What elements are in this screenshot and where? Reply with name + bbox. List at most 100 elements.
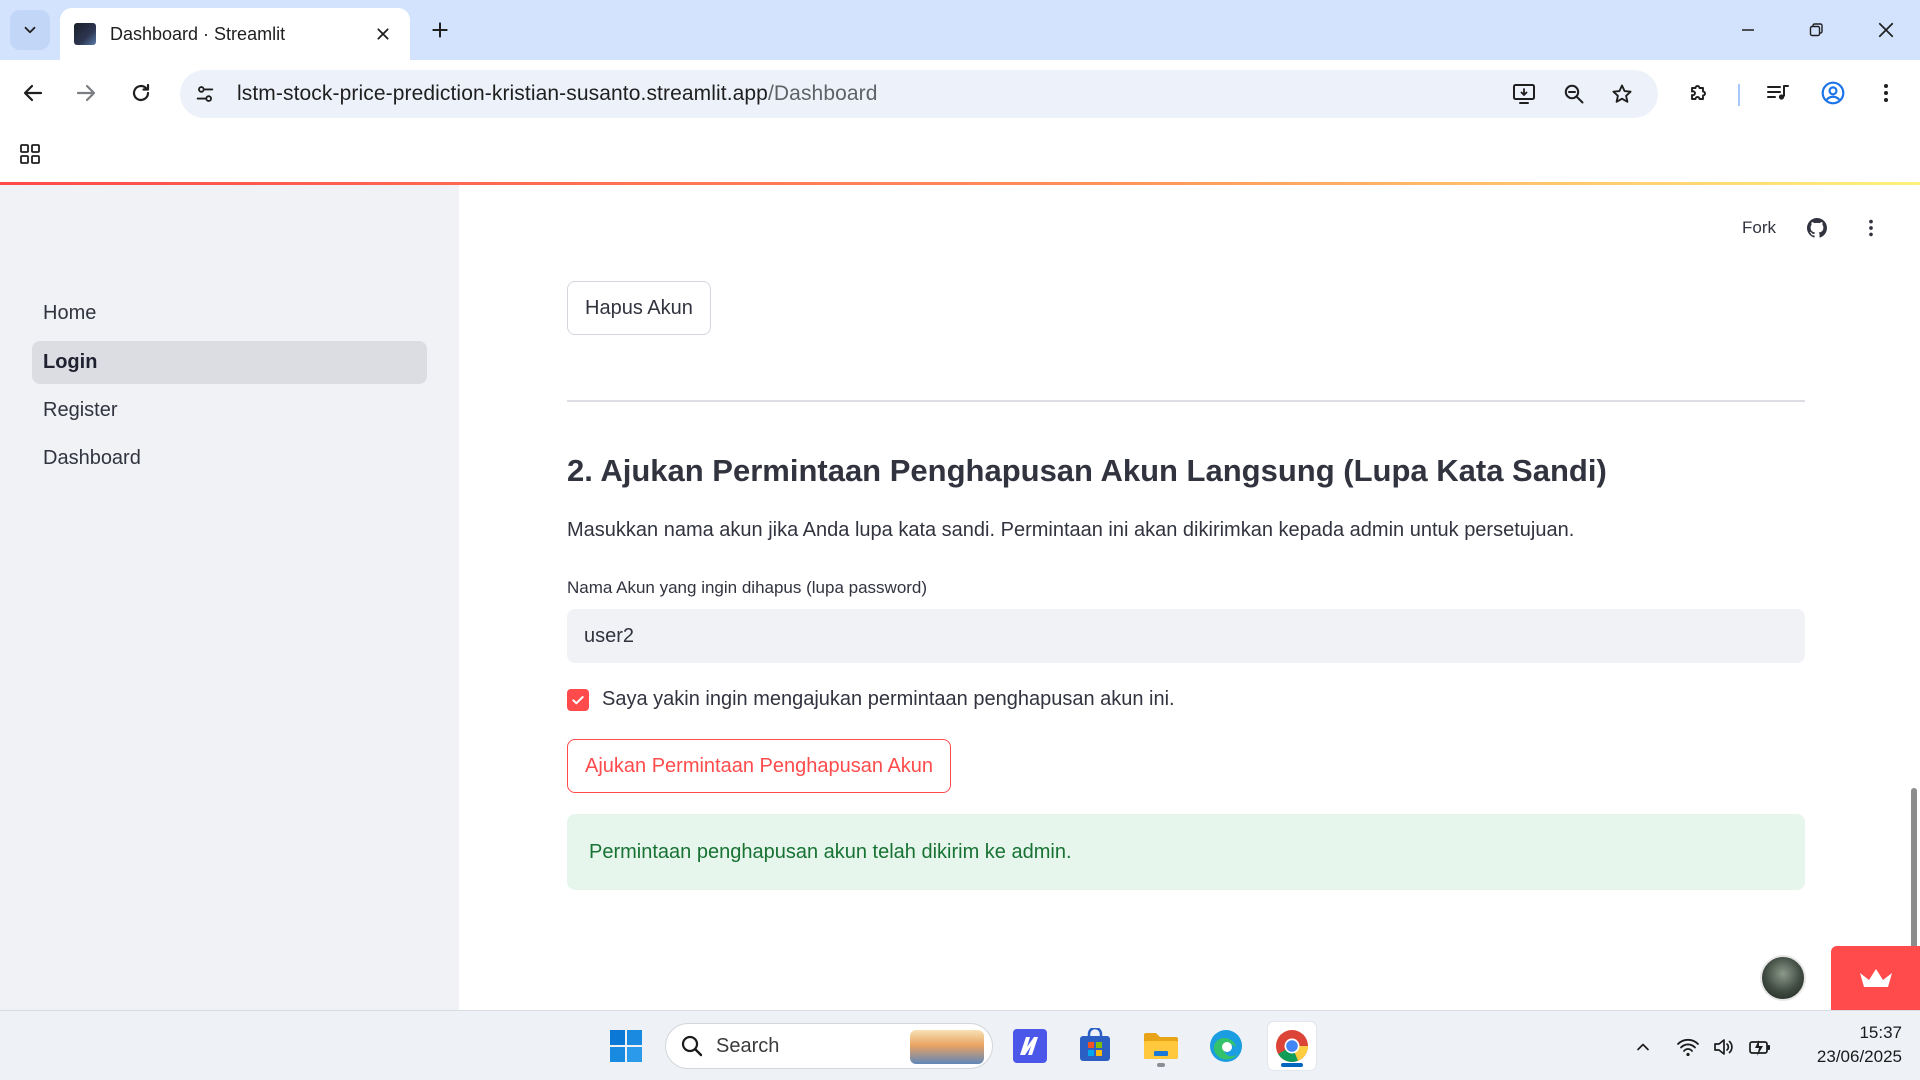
streamlit-favicon-icon <box>74 23 96 45</box>
sidebar: Home Login Register Dashboard <box>0 185 459 1010</box>
taskbar-app-store[interactable] <box>1071 1022 1119 1070</box>
browser-toolbar: lstm-stock-price-prediction-kristian-sus… <box>0 60 1920 126</box>
github-button[interactable] <box>1804 215 1830 241</box>
fork-button[interactable]: Fork <box>1742 218 1776 238</box>
tune-icon <box>196 86 214 102</box>
queue-music-icon <box>1767 85 1789 100</box>
close-window-button[interactable] <box>1864 12 1908 48</box>
active-app-indicator <box>1281 1063 1303 1067</box>
minimize-icon <box>1742 29 1754 31</box>
back-button[interactable] <box>13 73 53 113</box>
edge-icon <box>1210 1030 1242 1062</box>
taskbar-app-chrome[interactable] <box>1268 1022 1316 1070</box>
search-highlight-image <box>910 1030 984 1064</box>
chevron-up-icon <box>1637 1043 1649 1051</box>
sidebar-item-label: Home <box>43 302 97 324</box>
browser-tab-bar: Dashboard · Streamlit <box>0 0 1920 60</box>
app-m-icon <box>1013 1029 1047 1063</box>
taskbar-app-edge[interactable] <box>1202 1022 1250 1070</box>
sidebar-item-login[interactable]: Login <box>32 341 427 384</box>
app-menu-button[interactable] <box>1858 215 1884 241</box>
media-control-button[interactable] <box>1758 73 1798 113</box>
section-divider <box>567 400 1805 402</box>
search-icon <box>681 1035 703 1057</box>
section-description: Masukkan nama akun jika Anda lupa kata s… <box>567 519 1575 541</box>
more-vert-icon <box>1869 219 1873 237</box>
toolbar-separator <box>1738 84 1740 106</box>
start-button[interactable] <box>602 1022 650 1070</box>
speaker-icon <box>1714 1039 1733 1055</box>
arrow-left-icon <box>23 84 43 102</box>
apps-grid-icon <box>20 144 40 164</box>
site-info-button[interactable] <box>185 74 225 114</box>
sidebar-item-home[interactable]: Home <box>32 292 427 335</box>
arrow-right-icon <box>76 84 96 102</box>
battery-button[interactable] <box>1746 1033 1774 1061</box>
main-content: Fork Hapus Akun 2. Ajukan Permintaan Pen… <box>459 185 1920 1010</box>
confirm-checkbox-label: Saya yakin ingin mengajukan permintaan p… <box>602 688 1175 710</box>
taskbar: Search 15:37 23/06/2025 <box>0 1010 1920 1080</box>
confirm-checkbox[interactable] <box>567 688 589 711</box>
star-icon <box>1612 84 1632 103</box>
install-app-button[interactable] <box>1505 74 1545 114</box>
success-alert: Permintaan penghapusan akun telah dikiri… <box>567 814 1805 890</box>
url-text[interactable]: lstm-stock-price-prediction-kristian-sus… <box>237 82 878 106</box>
app-header-actions: Fork <box>1742 215 1884 241</box>
submit-deletion-request-button[interactable]: Ajukan Permintaan Penghapusan Akun <box>567 739 952 793</box>
reload-button[interactable] <box>121 73 161 113</box>
reload-icon <box>132 83 150 102</box>
bookmark-button[interactable] <box>1602 74 1642 114</box>
profile-button[interactable] <box>1813 73 1853 113</box>
bookmarks-bar <box>0 126 1920 182</box>
close-icon <box>377 28 389 40</box>
section-title: 2. Ajukan Permintaan Penghapusan Akun La… <box>567 453 1607 488</box>
account-name-value: user2 <box>584 624 635 647</box>
battery-charging-icon <box>1749 1040 1770 1056</box>
check-icon <box>572 695 584 704</box>
account-circle-icon <box>1821 81 1845 105</box>
store-icon <box>1080 1028 1110 1061</box>
account-name-label: Nama Akun yang ingin dihapus (lupa passw… <box>567 578 928 597</box>
taskbar-app-copilot-editor[interactable] <box>1006 1022 1054 1070</box>
streamlit-cloud-badge[interactable] <box>1831 946 1920 1010</box>
wifi-icon <box>1677 1038 1699 1057</box>
volume-button[interactable] <box>1710 1033 1738 1061</box>
restore-button[interactable] <box>1794 12 1838 48</box>
new-tab-button[interactable] <box>424 14 456 46</box>
taskbar-search[interactable]: Search <box>665 1023 993 1069</box>
sidebar-item-register[interactable]: Register <box>32 389 427 432</box>
zoom-button[interactable] <box>1554 74 1594 114</box>
apps-button[interactable] <box>12 136 48 172</box>
search-placeholder: Search <box>716 1034 780 1057</box>
extensions-button[interactable] <box>1679 73 1719 113</box>
show-hidden-icons-button[interactable] <box>1629 1033 1657 1061</box>
restore-icon <box>1809 23 1823 37</box>
wifi-button[interactable] <box>1674 1033 1702 1061</box>
more-vert-icon <box>1884 84 1888 102</box>
taskbar-app-file-explorer[interactable] <box>1137 1022 1185 1070</box>
minimize-button[interactable] <box>1726 12 1770 48</box>
clock-time: 15:37 <box>1859 1023 1902 1042</box>
sidebar-item-label: Login <box>43 351 98 373</box>
address-bar[interactable]: lstm-stock-price-prediction-kristian-sus… <box>180 70 1658 118</box>
github-icon <box>1806 218 1827 238</box>
browser-tab-active[interactable]: Dashboard · Streamlit <box>60 8 410 60</box>
sidebar-item-label: Register <box>43 399 118 421</box>
tab-close-button[interactable] <box>370 21 396 47</box>
close-icon <box>1878 22 1894 38</box>
creator-avatar[interactable] <box>1760 955 1806 1001</box>
clock-date: 23/06/2025 <box>1816 1047 1902 1066</box>
tab-search-button[interactable] <box>10 10 50 50</box>
crown-icon <box>1859 969 1892 987</box>
browser-menu-button[interactable] <box>1866 73 1906 113</box>
folder-icon <box>1144 1033 1178 1059</box>
forward-button[interactable] <box>66 73 106 113</box>
system-clock[interactable]: 15:37 23/06/2025 <box>1792 1021 1902 1069</box>
confirm-checkbox-row[interactable]: Saya yakin ingin mengajukan permintaan p… <box>567 688 1175 711</box>
url-host: lstm-stock-price-prediction-kristian-sus… <box>237 82 768 105</box>
success-message: Permintaan penghapusan akun telah dikiri… <box>589 840 1072 863</box>
account-name-input[interactable]: user2 <box>567 609 1805 663</box>
sidebar-item-dashboard[interactable]: Dashboard <box>32 437 427 480</box>
sidebar-item-label: Dashboard <box>43 447 141 469</box>
delete-account-button[interactable]: Hapus Akun <box>567 281 711 335</box>
